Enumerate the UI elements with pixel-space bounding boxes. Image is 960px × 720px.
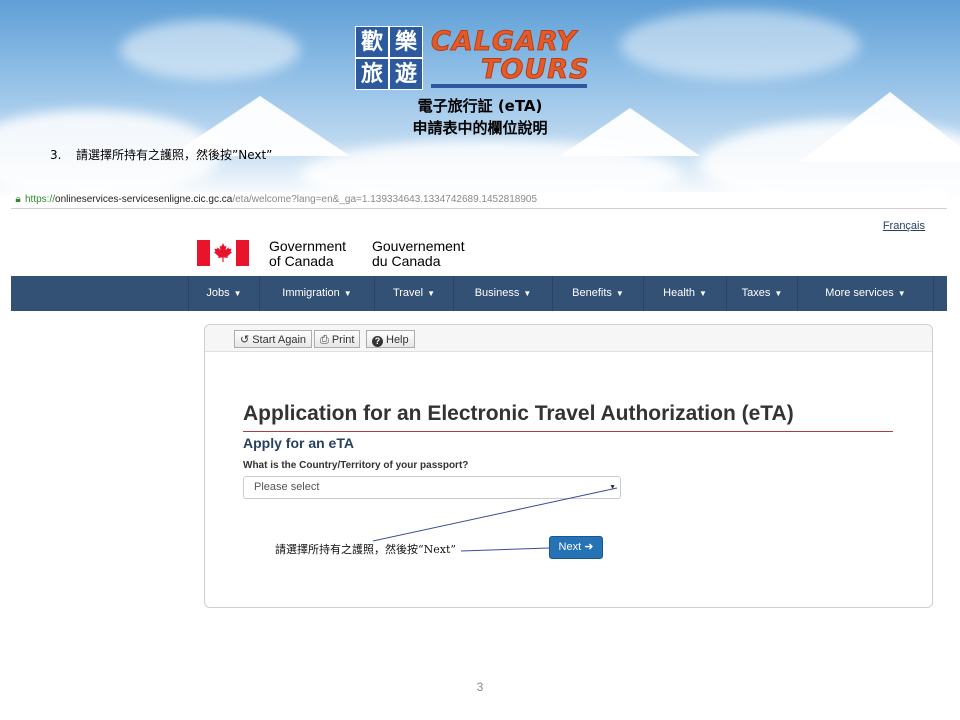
- language-toggle-link[interactable]: Français: [883, 220, 925, 232]
- nav-item-more-services[interactable]: More services ▼: [797, 276, 934, 311]
- nav-item-health[interactable]: Health ▼: [643, 276, 726, 311]
- chevron-down-icon: ▼: [609, 484, 616, 491]
- nav-label: Health: [663, 287, 695, 299]
- logo-word-calgary: CALGARY: [431, 26, 577, 58]
- canada-flag-icon: [197, 240, 249, 266]
- url-path: /eta/welcome?lang=en&_ga=1.139334643.133…: [232, 194, 538, 205]
- gov-en-line: Government: [269, 238, 347, 254]
- logo-char: 樂: [389, 26, 423, 58]
- step-instruction: 3. 請選擇所持有之護照，然後按”Next”: [50, 146, 272, 163]
- print-label: Print: [331, 334, 355, 346]
- start-again-button[interactable]: ↺ Start Again: [234, 330, 313, 348]
- government-of-canada-fr: Gouvernement du Canada: [372, 239, 465, 269]
- gov-en-line: of Canada: [269, 253, 334, 269]
- logo-char: 歡: [355, 26, 389, 58]
- chevron-down-icon: ▼: [615, 289, 624, 298]
- arrow-right-icon: ➜: [584, 541, 594, 553]
- help-button[interactable]: ? Help: [366, 330, 415, 348]
- logo-char: 旅: [355, 58, 389, 90]
- main-navigation: Jobs ▼ Immigration ▼ Travel ▼ Business ▼ Ben…: [11, 276, 947, 311]
- nav-label: Benefits: [572, 287, 612, 299]
- lock-icon: 🔒︎: [15, 194, 21, 205]
- slide-title-line-2: 申請表中的欄位說明: [412, 119, 548, 137]
- next-label: Next: [558, 541, 582, 553]
- select-value: Please select: [254, 481, 320, 493]
- question-icon: ?: [372, 336, 383, 347]
- logo-cjk-block: 歡 樂 旅 遊: [355, 26, 423, 90]
- nav-item-travel[interactable]: Travel ▼: [374, 276, 453, 311]
- chevron-down-icon: ▼: [427, 289, 436, 298]
- eta-screenshot: 🔒︎ https://onlineservices-servicesenligne…: [11, 192, 947, 616]
- gov-fr-line: Gouvernement: [372, 238, 465, 254]
- nav-label: Taxes: [741, 287, 771, 299]
- nav-label: Travel: [392, 287, 424, 299]
- page-number: 3: [476, 680, 484, 694]
- government-of-canada-en: Government of Canada: [269, 239, 346, 269]
- nav-label: Immigration: [282, 287, 340, 299]
- page-title: Application for an Electronic Travel Aut…: [243, 402, 794, 425]
- chevron-down-icon: ▼: [233, 289, 242, 298]
- chevron-down-icon: ▼: [523, 289, 532, 298]
- chevron-down-icon: ▼: [774, 289, 783, 298]
- chevron-down-icon: ▼: [698, 289, 707, 298]
- nav-label: Jobs: [206, 287, 230, 299]
- help-label: Help: [386, 334, 409, 346]
- calgary-tours-logo: 歡 樂 旅 遊 CALGARY TOURS: [355, 26, 590, 90]
- title-divider: [243, 431, 893, 432]
- gov-fr-line: du Canada: [372, 253, 441, 269]
- chevron-down-icon: ▼: [897, 289, 906, 298]
- step-number: 3.: [50, 148, 62, 162]
- chevron-down-icon: ▼: [343, 289, 352, 298]
- nav-item-taxes[interactable]: Taxes ▼: [726, 276, 797, 311]
- nav-item-benefits[interactable]: Benefits ▼: [552, 276, 643, 311]
- step-text: 請選擇所持有之護照，然後按”Next”: [76, 148, 273, 162]
- logo-word-tours: TOURS: [481, 54, 590, 86]
- government-signature[interactable]: Government of Canada Gouvernement du Can…: [197, 239, 517, 269]
- section-heading: Apply for an eTA: [243, 435, 354, 451]
- nav-label: Business: [474, 287, 520, 299]
- start-again-label: Start Again: [252, 334, 307, 346]
- annotation-callout: 請選擇所持有之護照，然後按“Next”: [275, 543, 457, 556]
- url-host: onlineservices-servicesenligne.cic.gc.ca: [55, 194, 233, 205]
- next-button[interactable]: Next ➜: [549, 536, 603, 559]
- address-bar[interactable]: 🔒︎ https://onlineservices-servicesenligne…: [11, 192, 947, 209]
- passport-country-label: What is the Country/Territory of your pa…: [243, 460, 469, 471]
- nav-label: More services: [825, 287, 894, 299]
- slide-title-line-1: 電子旅行証 (eTA): [417, 97, 543, 115]
- nav-item-jobs[interactable]: Jobs ▼: [188, 276, 259, 311]
- passport-country-select[interactable]: Please select ▼: [243, 476, 621, 499]
- url-scheme: https://: [25, 194, 56, 205]
- form-toolbar: ↺ Start Again ⎙ Print ? Help: [205, 325, 932, 352]
- logo-underline: [431, 84, 587, 88]
- print-button[interactable]: ⎙ Print: [314, 330, 361, 348]
- nav-item-business[interactable]: Business ▼: [453, 276, 552, 311]
- nav-item-immigration[interactable]: Immigration ▼: [259, 276, 374, 311]
- printer-icon: ⎙: [320, 334, 329, 346]
- logo-char: 遊: [389, 58, 423, 90]
- refresh-icon: ↺: [240, 334, 250, 346]
- application-panel: ↺ Start Again ⎙ Print ? Help Application fo…: [204, 324, 933, 608]
